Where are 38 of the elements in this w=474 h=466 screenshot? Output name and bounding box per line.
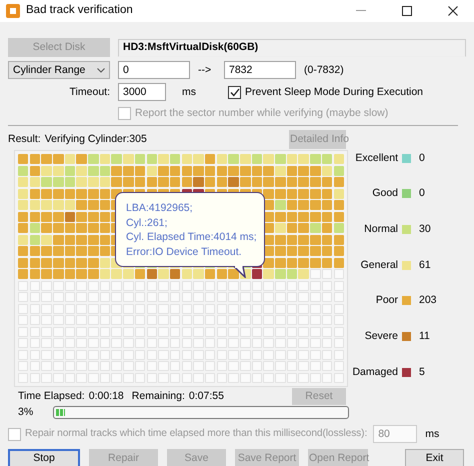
range-dropdown[interactable]: Cylinder Range bbox=[8, 61, 110, 79]
action-button[interactable]: Stop bbox=[8, 449, 80, 466]
range-end-field[interactable]: 7832 bbox=[224, 61, 296, 79]
timeout-unit: ms bbox=[182, 86, 196, 98]
legend-label: Poor bbox=[374, 294, 398, 308]
result-label: Result: bbox=[8, 132, 41, 146]
result-status: Verifying Cylinder:305 bbox=[44, 132, 147, 146]
tooltip: LBA:4192965; Cyl.:261; Cyl. Elapsed Time:4014 ms; Error:IO Device Timeout. bbox=[115, 192, 265, 278]
elapsed-value: 0:00:18 bbox=[88, 390, 124, 403]
legend-label: Severe bbox=[364, 330, 398, 343]
remaining-value: 0:07:55 bbox=[188, 390, 224, 403]
legend-count: 11 bbox=[419, 330, 430, 343]
report-sector-label: Report the sector number while verifying (maybe slow) bbox=[135, 106, 388, 120]
window-title: Bad track verification bbox=[26, 4, 133, 18]
legend-label: Good bbox=[371, 187, 398, 200]
legend-count: 0 bbox=[419, 187, 425, 200]
range-arrow: --> bbox=[198, 64, 212, 76]
remaining-label: Remaining: bbox=[132, 390, 185, 403]
timeout-label: Timeout: bbox=[68, 86, 110, 98]
legend-label: Normal bbox=[363, 223, 398, 236]
threshold-unit: ms bbox=[425, 428, 440, 440]
range-hint: (0-7832) bbox=[304, 64, 344, 76]
timeout-field[interactable]: 3000 bbox=[118, 83, 166, 101]
legend-count: 61 bbox=[419, 258, 431, 272]
legend-count: 0 bbox=[419, 152, 425, 164]
repair-option-label: Repair normal tracks which time elapsed more than this millisecond(lossless): bbox=[25, 428, 368, 440]
legend-count: 203 bbox=[419, 294, 437, 308]
disk-name-field: HD3:MsftVirtualDisk(60GB) bbox=[118, 38, 466, 56]
legend-label: General bbox=[360, 258, 398, 272]
legend-label: Excellent bbox=[354, 152, 398, 164]
progress-percent: 3% bbox=[18, 406, 34, 419]
legend-count: 5 bbox=[419, 366, 425, 378]
elapsed-label: Time Elapsed: bbox=[18, 390, 85, 403]
range-start-field[interactable]: 0 bbox=[118, 61, 190, 79]
action-button[interactable]: Exit bbox=[405, 449, 464, 466]
legend-label: Damaged bbox=[351, 366, 398, 378]
prevent-sleep-label: Prevent Sleep Mode During Execution bbox=[245, 86, 424, 98]
legend-count: 30 bbox=[419, 223, 431, 236]
